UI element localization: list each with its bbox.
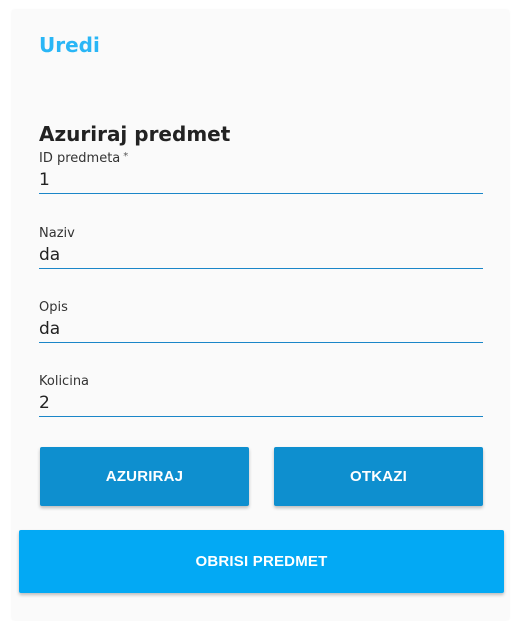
field-label: Opis (39, 300, 483, 316)
form-title: Azuriraj predmet (39, 122, 231, 146)
field-label: Naziv (39, 226, 483, 242)
field-kolicina: Kolicina (39, 374, 483, 417)
field-underline (39, 268, 483, 269)
id-predmeta-input[interactable] (39, 169, 483, 191)
opis-input[interactable] (39, 318, 483, 340)
field-label-text: Naziv (39, 226, 75, 241)
field-label-text: Kolicina (39, 374, 90, 389)
field-underline (39, 193, 483, 194)
field-underline (39, 342, 483, 343)
field-naziv: Naziv (39, 226, 483, 269)
naziv-input[interactable] (39, 244, 483, 266)
field-label-text: ID predmeta (39, 151, 121, 166)
field-label-text: Opis (39, 300, 68, 315)
field-label: ID predmeta * (39, 151, 483, 167)
kolicina-input[interactable] (39, 392, 483, 414)
required-mark: * (123, 151, 129, 162)
delete-item-button[interactable]: OBRISI PREDMET (19, 530, 504, 593)
field-underline (39, 416, 483, 417)
update-button[interactable]: AZURIRAJ (40, 447, 249, 506)
field-id-predmeta: ID predmeta * (39, 151, 483, 194)
field-label: Kolicina (39, 374, 483, 390)
field-opis: Opis (39, 300, 483, 343)
header-title: Uredi (39, 33, 100, 57)
cancel-button[interactable]: OTKAZI (274, 447, 483, 506)
